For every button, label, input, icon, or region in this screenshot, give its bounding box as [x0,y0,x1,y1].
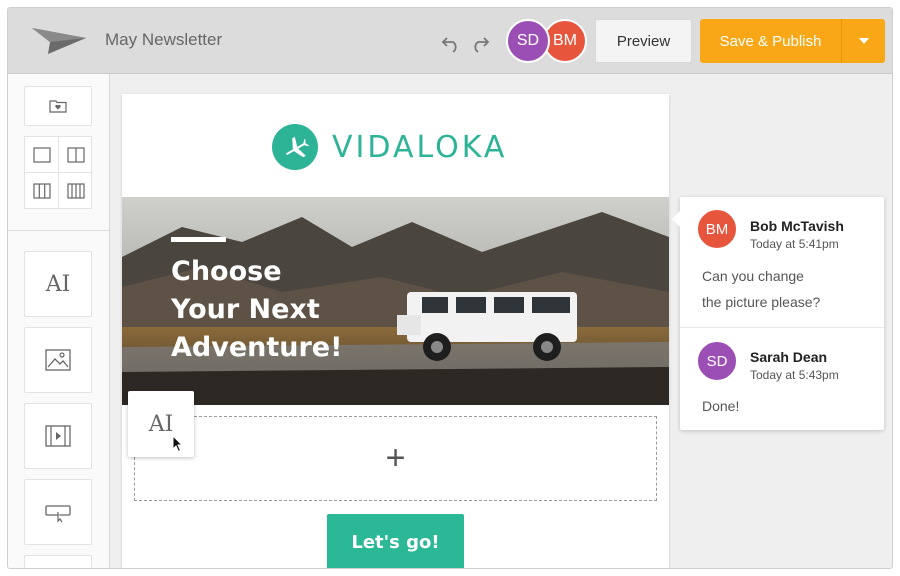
hero-image[interactable]: Choose Your Next Adventure! [122,197,669,405]
publish-options-button[interactable] [841,19,885,63]
dragging-text-block[interactable]: AI [128,391,194,457]
comments-panel: BM Bob McTavish Today at 5:41pm Can you … [672,197,884,430]
airplane-logo-icon [272,124,318,170]
text-tool-icon: AI [148,411,174,437]
more-block-tool[interactable] [24,555,92,568]
redo-icon[interactable] [469,32,491,54]
button-block-tool[interactable] [24,479,92,545]
comment-avatar: BM [696,208,738,250]
comment-avatar: SD [696,340,738,382]
image-icon [45,349,71,371]
comment-body: Can you change the picture please? [702,263,820,315]
text-tool-icon: AI [45,271,71,297]
three-columns-icon [32,183,51,199]
layout-three-columns[interactable] [25,173,59,209]
four-columns-icon [67,183,85,199]
video-icon [45,425,71,447]
text-block-tool[interactable]: AI [24,251,92,317]
brand-logo[interactable]: VIDALOKA [272,122,507,172]
one-column-icon [32,146,51,163]
layout-one-column[interactable] [25,137,59,173]
layout-grid [24,136,93,209]
comment-divider [680,327,884,328]
save-publish-button[interactable]: Save & Publish [700,19,841,63]
app-window: May Newsletter SD BM Preview Save & Publ… [7,7,893,569]
comment-body: Done! [702,393,739,419]
cta-button[interactable]: Let's go! [327,514,464,568]
plus-icon: + [385,439,406,477]
brand-name: VIDALOKA [332,129,508,165]
two-columns-icon [67,146,85,163]
document-title[interactable]: May Newsletter [105,30,222,50]
hero-accent-bar [171,237,226,242]
video-block-tool[interactable] [24,403,92,469]
tool-sidebar: AI [8,74,110,568]
hero-headline: Choose Your Next Adventure! [171,253,342,367]
collaborator-avatar-sd[interactable]: SD [506,19,550,63]
saved-blocks-tool[interactable] [24,86,92,126]
hero-headline-line: Choose [171,256,282,287]
comment-body-line: Can you change [702,268,804,284]
layout-four-columns[interactable] [59,173,93,209]
comment-time: Today at 5:43pm [750,368,839,382]
undo-icon[interactable] [440,32,462,54]
hero-headline-line: Adventure! [171,332,343,363]
comment-author: Bob McTavish [750,218,844,234]
sidebar-divider [8,230,110,231]
hero-headline-line: Your Next [171,294,320,325]
paper-plane-logo-icon [32,28,86,54]
folder-heart-icon [49,100,67,113]
mouse-pointer-icon [172,435,184,453]
comment-time: Today at 5:41pm [750,237,839,251]
layout-two-columns[interactable] [59,137,93,173]
button-click-icon [45,505,71,523]
chevron-down-icon [858,38,869,44]
top-bar: May Newsletter SD BM Preview Save & Publ… [8,8,892,74]
image-block-tool[interactable] [24,327,92,393]
comment-body-line: Done! [702,398,740,414]
preview-button[interactable]: Preview [595,19,692,63]
comment-author: Sarah Dean [750,349,828,365]
email-canvas: VIDALOKA Choose Your Next Adventure! + A… [122,94,669,568]
drop-zone[interactable]: + [134,416,657,501]
comment-body-line: the picture please? [702,294,821,310]
